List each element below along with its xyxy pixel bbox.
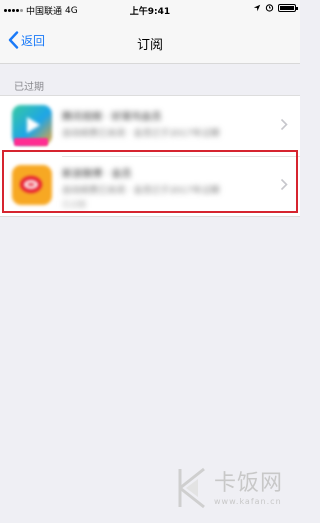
subscription-detail: 自动续费已关闭 · 会员已于2017年过期 — [62, 129, 220, 139]
chevron-right-icon — [280, 118, 288, 131]
status-right — [253, 3, 298, 12]
section-header-expired: 已过期 — [14, 82, 44, 93]
highlight-box — [2, 150, 298, 213]
watermark-k-icon — [178, 467, 205, 509]
navigation-bar: 返回 订阅 — [0, 20, 300, 64]
watermark-url: www.kafan.cn — [214, 497, 282, 506]
alarm-clock-icon — [265, 4, 274, 12]
page-title: 订阅 — [136, 38, 163, 53]
watermark-logo: 卡饭网 www.kafan.cn — [174, 463, 294, 513]
app-badge — [14, 138, 48, 146]
battery-icon — [278, 3, 298, 12]
status-bar: 中国联通 4G 上午9:41 — [0, 0, 300, 20]
watermark-text: 卡饭网 — [214, 471, 284, 496]
subscription-info: 腾讯视频 · 好莱坞会员 自动续费已关闭 · 会员已于2017年过期 — [62, 108, 270, 142]
subscription-row-video[interactable]: 腾讯视频 · 好莱坞会员 自动续费已关闭 · 会员已于2017年过期 — [0, 96, 300, 156]
location-arrow-icon — [253, 4, 261, 11]
subscription-title: 腾讯视频 · 好莱坞会员 — [62, 112, 162, 123]
